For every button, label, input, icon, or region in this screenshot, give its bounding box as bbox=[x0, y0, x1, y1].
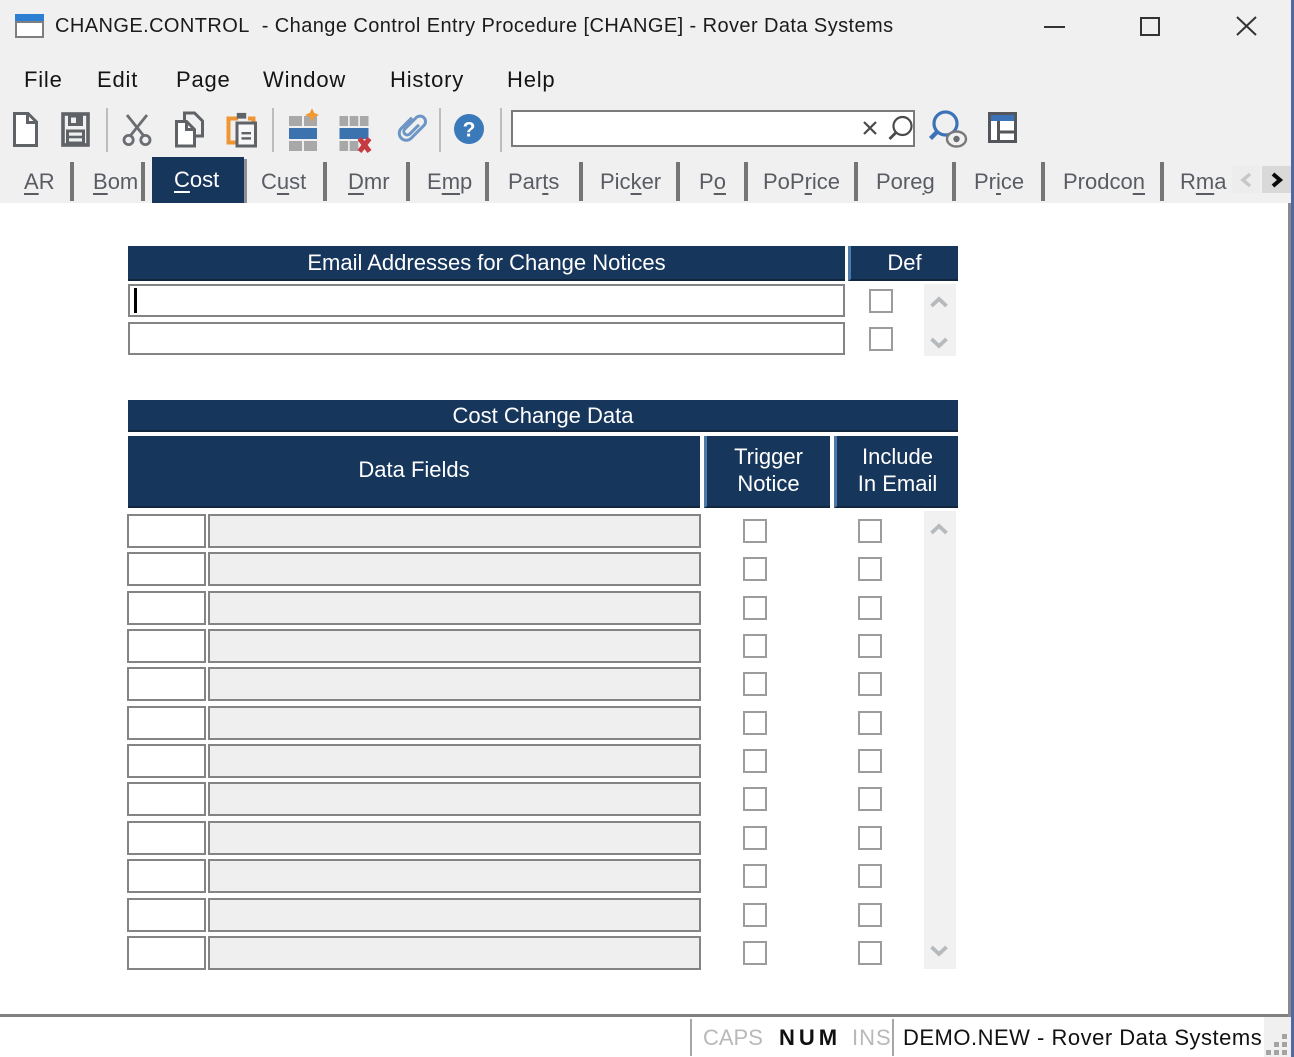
svg-text:?: ? bbox=[463, 119, 476, 142]
